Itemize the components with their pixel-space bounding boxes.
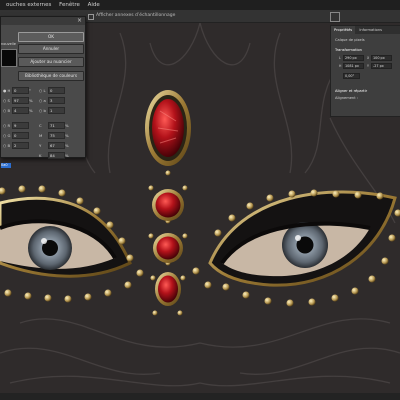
cyan-field[interactable]: 71: [48, 122, 65, 129]
saturation-radio[interactable]: ○ S: [3, 98, 10, 103]
transform-section-title[interactable]: Transformation: [335, 48, 362, 52]
menu-item-plugins[interactable]: ouches externes: [6, 0, 51, 10]
blue-field[interactable]: 2: [12, 142, 29, 149]
settings-icon[interactable]: [330, 12, 340, 22]
sample-rings-label: Afficher annexes d’échantillonnage: [96, 13, 176, 18]
width-field[interactable]: 290 px: [343, 55, 364, 61]
pct-unit: %: [29, 98, 33, 103]
middle-gem: [152, 189, 184, 221]
red-field[interactable]: 9: [12, 122, 29, 129]
lower-gem: [153, 233, 183, 263]
menu-item-help[interactable]: Aide: [88, 0, 100, 10]
black-label: K: [39, 153, 42, 158]
green-radio[interactable]: ○ G: [3, 133, 10, 138]
red-radio[interactable]: ○ R: [3, 123, 10, 128]
ok-button[interactable]: OK: [18, 32, 84, 42]
height-label: H: [339, 64, 342, 68]
new-color-label: nouvelle: [1, 42, 16, 46]
tab-information[interactable]: Informations: [356, 26, 385, 34]
cancel-button[interactable]: Annuler: [18, 44, 84, 54]
x-field[interactable]: 100 px: [371, 55, 392, 61]
hue-radio[interactable]: ● H: [3, 88, 10, 93]
pct-unit: %: [29, 108, 33, 113]
top-gem: [145, 90, 191, 166]
magenta-field[interactable]: 75: [48, 132, 65, 139]
blue-radio[interactable]: ○ B: [3, 143, 10, 148]
b-field[interactable]: 1: [48, 107, 65, 114]
right-eye-ornament: [208, 190, 397, 287]
hex-field[interactable]: 0a0: [1, 163, 11, 168]
cyan-label: C: [39, 123, 42, 128]
pct-unit: %: [65, 153, 69, 158]
pct-unit: %: [65, 133, 69, 138]
add-swatch-button[interactable]: Ajouter au nuancier: [18, 57, 84, 67]
angle-field[interactable]: 0,00°: [343, 73, 360, 79]
menu-bar: ouches externes Fenêtre Aide: [0, 0, 400, 10]
x-label: X: [367, 56, 370, 60]
properties-panel: Propriétés Informations Calque de pixels…: [330, 25, 400, 117]
color-picker-dialog: × nouvelle OK Annuler Ajouter au nuancie…: [0, 16, 86, 168]
new-color-swatch: [1, 49, 17, 67]
menu-item-window[interactable]: Fenêtre: [59, 0, 80, 10]
brightness-radio[interactable]: ○ B: [3, 108, 10, 113]
yellow-label: Y: [39, 143, 42, 148]
saturation-field[interactable]: 97: [12, 97, 29, 104]
status-bar: [0, 393, 400, 400]
layer-type-label: Calque de pixels: [335, 38, 365, 42]
deg-unit: °: [29, 88, 31, 93]
black-field[interactable]: 84: [48, 152, 65, 159]
lightness-radio[interactable]: ○ L: [39, 88, 46, 93]
align-subtitle: Alignement :: [335, 96, 358, 100]
lightness-field[interactable]: 0: [48, 87, 65, 94]
green-field[interactable]: 0: [12, 132, 29, 139]
y-label: Y: [367, 64, 369, 68]
sample-rings-checkbox[interactable]: [88, 14, 94, 20]
align-section-title[interactable]: Aligner et répartir: [335, 89, 367, 93]
a-radio[interactable]: ○ a: [39, 98, 46, 103]
properties-tabs: Propriétés Informations: [331, 26, 400, 34]
magenta-label: M: [39, 133, 43, 138]
y-field[interactable]: -27 px: [371, 63, 392, 69]
a-field[interactable]: 3: [48, 97, 65, 104]
yellow-field[interactable]: 67: [48, 142, 65, 149]
tab-properties[interactable]: Propriétés: [331, 26, 356, 34]
height-field[interactable]: 1081 px: [343, 63, 364, 69]
dialog-titlebar[interactable]: [1, 17, 85, 25]
bottom-gem: [155, 272, 181, 306]
hue-field[interactable]: 0: [12, 87, 29, 94]
b-radio[interactable]: ○ b: [39, 108, 46, 113]
left-eye-ornament: [0, 196, 132, 278]
width-label: L: [339, 56, 341, 60]
pct-unit: %: [65, 143, 69, 148]
close-icon[interactable]: ×: [77, 18, 82, 24]
brightness-field[interactable]: 4: [12, 107, 29, 114]
pct-unit: %: [65, 123, 69, 128]
color-libraries-button[interactable]: Bibliothèque de couleurs: [18, 71, 84, 81]
